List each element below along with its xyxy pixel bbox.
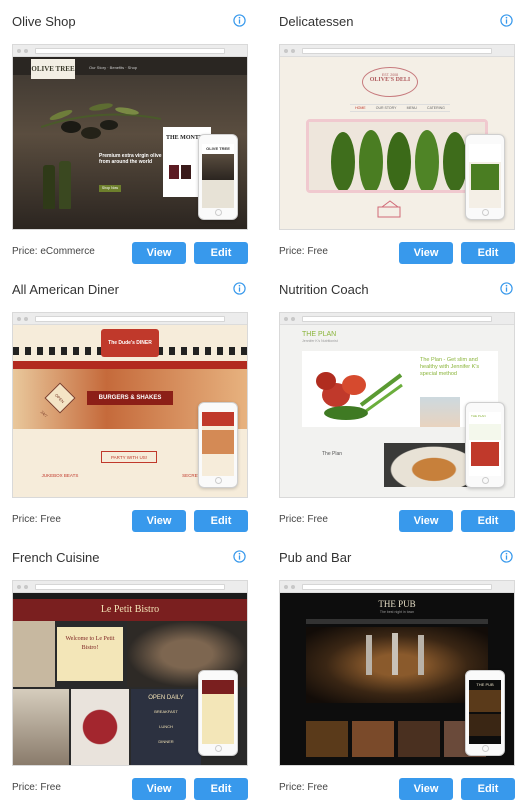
- mobile-preview: OLIVE TREE: [198, 134, 238, 220]
- event-thumb: [306, 721, 348, 757]
- welcome-panel: Welcome to Le Petit Bistro!: [57, 627, 123, 681]
- browser-toolbar: [13, 45, 247, 57]
- template-card-pub-and-bar: Pub and Bar THE PUB The best night in to…: [279, 550, 527, 802]
- price-label: Price:: [12, 782, 38, 793]
- price-info: Price: Free: [279, 514, 328, 525]
- template-title: Olive Shop: [12, 14, 76, 29]
- site-logo: THE PLAN: [302, 331, 337, 338]
- template-title: French Cuisine: [12, 550, 100, 565]
- template-card-all-american-diner: All American Diner The Dude's DINER BURG…: [12, 282, 260, 534]
- price-label: Price:: [12, 246, 38, 257]
- dining-image: [13, 689, 69, 765]
- view-button[interactable]: View: [132, 778, 186, 800]
- mobile-preview: THE PLAN: [465, 402, 505, 488]
- bottle-image: [43, 165, 55, 209]
- view-button[interactable]: View: [399, 242, 453, 264]
- template-title: All American Diner: [12, 282, 119, 297]
- vegetables-image: [316, 372, 403, 420]
- price-label: Price:: [279, 782, 305, 793]
- template-card-olive-shop: Olive Shop OLIVE TREE Our Story · Benefi…: [12, 14, 260, 266]
- view-button[interactable]: View: [132, 510, 186, 532]
- view-button[interactable]: View: [132, 242, 186, 264]
- template-card-delicatessen: Delicatessen EST. 2008 OLIVE'S DELI HOME…: [279, 14, 527, 266]
- info-circle-icon[interactable]: [500, 550, 513, 563]
- edit-button[interactable]: Edit: [194, 242, 248, 264]
- info-circle-icon[interactable]: [233, 550, 246, 563]
- edit-button[interactable]: Edit: [194, 510, 248, 532]
- mobile-preview: [465, 134, 505, 220]
- browser-toolbar: [280, 581, 514, 593]
- price-info: Price: Free: [279, 246, 328, 257]
- price-info: Price: Free: [12, 514, 61, 525]
- edit-button[interactable]: Edit: [194, 778, 248, 800]
- template-title: Delicatessen: [279, 14, 354, 29]
- illustration-icon: [377, 200, 401, 218]
- browser-toolbar: [280, 313, 514, 325]
- price-info: Price: Free: [279, 782, 328, 793]
- mobile-preview: [198, 402, 238, 488]
- browser-toolbar: [13, 581, 247, 593]
- site-logo: EST. 2008 OLIVE'S DELI: [362, 67, 418, 97]
- browser-toolbar: [280, 45, 514, 57]
- dessert-image: [71, 689, 129, 765]
- bottle-image: [59, 161, 71, 209]
- view-button[interactable]: View: [399, 778, 453, 800]
- price-value: eCommerce: [40, 246, 95, 257]
- beer-taps-image: [306, 627, 488, 703]
- browser-toolbar: [13, 313, 247, 325]
- template-title: Pub and Bar: [279, 550, 352, 565]
- info-circle-icon[interactable]: [500, 282, 513, 295]
- edit-button[interactable]: Edit: [461, 510, 515, 532]
- chalkboard-image: [13, 621, 55, 687]
- site-logo: OLIVE TREE: [31, 59, 75, 79]
- view-button[interactable]: View: [399, 510, 453, 532]
- site-logo: Le Petit Bistro: [13, 599, 247, 621]
- event-thumb: [398, 721, 440, 757]
- price-info: Price: eCommerce: [12, 246, 95, 257]
- price-value: Free: [307, 782, 328, 793]
- site-nav: HOME OUR STORY MENU CATERING: [350, 104, 450, 112]
- price-value: Free: [40, 514, 61, 525]
- shop-now-button: Shop Now: [99, 185, 121, 192]
- hero-tagline: Premium extra virgin olive oils from aro…: [99, 153, 172, 165]
- olive-branch-image: [41, 103, 161, 139]
- pickles-hero-image: [306, 119, 488, 193]
- site-logo: THE PUB: [378, 599, 416, 609]
- event-thumb: [352, 721, 394, 757]
- hours-panel: OPEN DAILY BREAKFAST LUNCH DINNER: [131, 689, 201, 765]
- edit-button[interactable]: Edit: [461, 242, 515, 264]
- coach-photo: [420, 397, 460, 427]
- info-circle-icon[interactable]: [233, 14, 246, 27]
- mobile-preview: THE PUB: [465, 670, 505, 756]
- price-value: Free: [40, 782, 61, 793]
- info-circle-icon[interactable]: [500, 14, 513, 27]
- edit-button[interactable]: Edit: [461, 778, 515, 800]
- template-card-french-cuisine: French Cuisine Le Petit Bistro Welcome t…: [12, 550, 260, 802]
- price-label: Price:: [279, 246, 305, 257]
- price-label: Price:: [12, 514, 38, 525]
- price-info: Price: Free: [12, 782, 61, 793]
- info-circle-icon[interactable]: [233, 282, 246, 295]
- price-value: Free: [307, 246, 328, 257]
- site-logo: The Dude's DINER: [101, 329, 159, 357]
- template-title: Nutrition Coach: [279, 282, 369, 297]
- price-label: Price:: [279, 514, 305, 525]
- price-value: Free: [307, 514, 328, 525]
- template-card-nutrition-coach: Nutrition Coach THE PLAN Jennifer K's Nu…: [279, 282, 527, 534]
- mobile-preview: [198, 670, 238, 756]
